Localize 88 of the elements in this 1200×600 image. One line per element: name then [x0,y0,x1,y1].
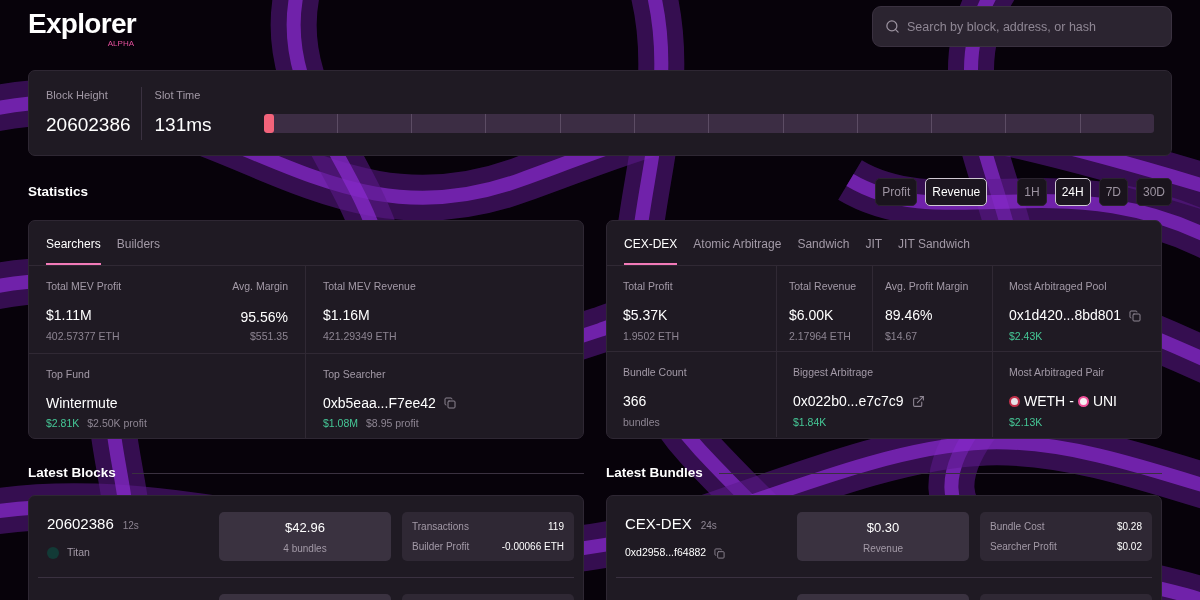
copy-icon[interactable] [443,397,456,410]
block-height: 20602386 [46,113,131,137]
version-label: ALPHA [107,39,134,49]
block-age: 12s [122,518,139,533]
builder-icon [47,547,59,559]
address-text: 0xd2958...f64882 [625,545,707,561]
bundle-age: 24s [700,518,717,533]
stat-subtext: $14.67 [885,328,918,343]
stat-label: Total MEV Revenue [323,279,416,294]
stat-label: Bundle Count [623,364,687,380]
stat-label: Total Revenue [789,279,857,294]
stat-amount: $2.13K [1009,414,1043,429]
stat-subtext: 421.29349 ETH [323,328,397,343]
stat-label: Block Height [46,87,109,103]
token-symbol: WETH [1024,392,1066,411]
section-title: Latest Bundles [606,464,703,483]
stat-label: Avg. Profit Margin [885,279,969,294]
address-text: 0xb5eaa...F7ee42 [323,393,436,413]
stat-amount: $2.43K [1009,328,1043,343]
stat-label: Biggest Arbitrage [793,364,874,380]
detail-label: Builder Profit [412,540,470,555]
amount-label: 4 bundles [283,541,327,556]
stat-label: Avg. Margin [232,279,288,294]
detail-value: $0.02 [1116,540,1142,555]
stat-subtext: 2.17964 ETH [789,328,851,343]
stat-value: $6.00K [789,306,834,326]
logo[interactable]: Explorer [28,9,136,39]
toggle-button[interactable]: 24H [1054,178,1091,206]
external-link-icon[interactable] [911,395,925,408]
stat-subtext: $2.50K profit [87,416,147,431]
stat-label: Most Arbitraged Pair [1009,364,1106,380]
copy-icon[interactable] [1129,309,1142,322]
block-number[interactable]: 20602386 [47,512,114,536]
tab[interactable]: Atomic Arbitrage [693,221,782,265]
token-icon [1077,396,1089,407]
tab[interactable]: CEX-DEX [624,221,678,265]
stat-label: Most Arbitraged Pool [1009,279,1108,294]
detail-value: 119 [548,520,564,535]
transaction-link[interactable]: 0x022b0...e7c7c9 [793,391,904,412]
stat-subtext: bundles [623,414,660,429]
stat-value: 95.56% [240,307,288,325]
toggle-button[interactable]: Profit [875,178,918,206]
toggle-button[interactable]: 30D [1136,178,1172,206]
detail-label: Bundle Cost [990,520,1045,535]
stat-subtext: $551.35 [250,328,288,344]
amount-value: $42.96 [285,519,325,537]
stat-value: $5.37K [623,306,668,326]
slot-time: 131ms [154,113,213,137]
stat-subtext: $8.95 profit [366,416,419,431]
section-title: Statistics [28,182,89,201]
amount-value: $0.30 [866,519,900,537]
detail-label: Searcher Profit [990,540,1057,555]
tab[interactable]: JIT [865,221,883,265]
stat-value: 366 [623,392,647,411]
toggle-button[interactable]: 1H [1017,178,1047,206]
detail-label: Transactions [412,520,469,535]
amount-label: Revenue [863,541,903,556]
token-icon [1009,396,1020,407]
search-field[interactable]: Search by block, address, or hash [872,6,1172,47]
address-text: 0x1d420...8bd801 [1009,306,1122,326]
builder-name: Titan [67,545,90,561]
stat-value: Wintermute [46,393,118,413]
stat-label: Top Searcher [323,366,387,382]
detail-value: $0.28 [1116,520,1142,535]
stat-subtext: 402.57377 ETH [46,328,120,343]
stat-label: Total Profit [623,279,674,294]
stat-label: Slot Time [154,87,202,103]
bundle-type[interactable]: CEX-DEX [625,512,692,536]
copy-icon[interactable] [714,547,726,559]
stat-amount: $1.84K [793,414,827,429]
stat-value: $1.16M [323,306,370,326]
tab[interactable]: Searchers [46,221,101,265]
detail-value: -0.00066 ETH [501,540,564,555]
pair-separator: - [1069,392,1074,411]
tab[interactable]: JIT Sandwich [898,221,970,265]
toggle-button[interactable]: 7D [1098,178,1128,206]
tab[interactable]: Builders [116,221,161,265]
stat-label: Top Fund [46,366,91,382]
tab[interactable]: Sandwich [797,221,850,265]
stat-amount: $2.81K [46,416,80,431]
stat-value: $1.11M [46,306,92,326]
stat-subtext: 1.9502 ETH [623,328,680,343]
toggle-button[interactable]: Revenue [925,178,988,206]
stat-label: Total MEV Profit [46,279,122,294]
token-symbol: UNI [1092,392,1117,411]
stat-value: 89.46% [885,306,933,326]
search-icon [885,19,900,34]
stat-amount: $1.08M [323,416,359,431]
